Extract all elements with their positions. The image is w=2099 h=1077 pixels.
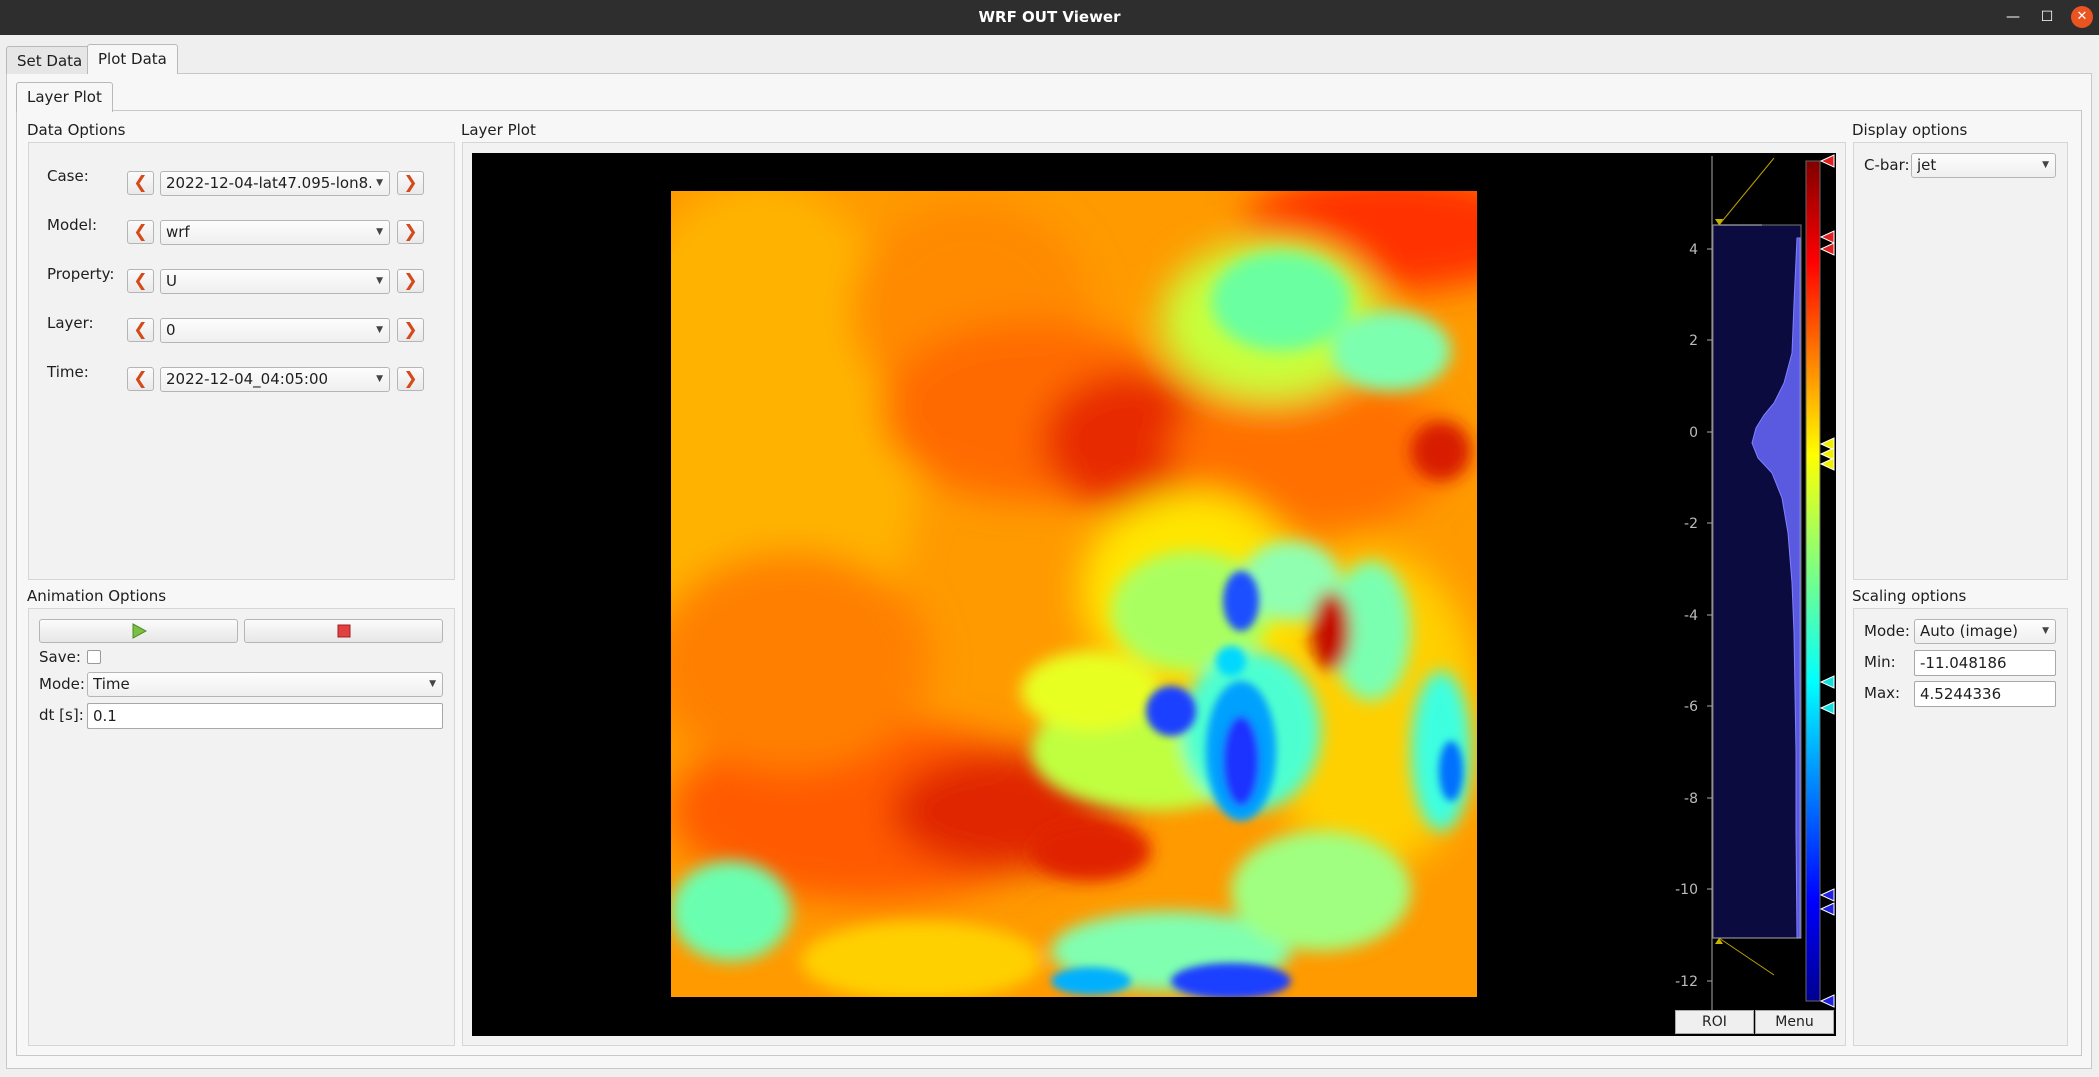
layer-select[interactable]: 0 ▼ (160, 318, 390, 343)
case-value: 2022-12-04-lat47.095-lon8.453 (166, 174, 371, 192)
tick-neg6: -6 (1684, 699, 1698, 715)
heatmap-image[interactable] (671, 191, 1477, 997)
title-bar: WRF OUT Viewer — ☐ ✕ (0, 0, 2099, 35)
scaling-mode-select[interactable]: Auto (image) ▼ (1914, 619, 2056, 644)
tick-neg4: -4 (1684, 608, 1698, 624)
tick-2: 2 (1689, 333, 1698, 349)
property-label: Property: (47, 265, 115, 283)
time-value: 2022-12-04_04:05:00 (166, 370, 329, 388)
animation-mode-label: Mode: (39, 675, 85, 693)
window-title: WRF OUT Viewer (978, 8, 1121, 26)
histogram-lut-panel[interactable]: 4 2 0 -2 -4 -6 -8 -10 -12 (1674, 153, 1836, 1036)
property-select[interactable]: U ▼ (160, 269, 390, 294)
heatmap-svg (671, 191, 1477, 997)
time-next-button[interactable]: ❯ (397, 367, 424, 391)
layer-next-button[interactable]: ❯ (397, 318, 424, 342)
data-options-panel (28, 142, 455, 580)
model-select[interactable]: wrf ▼ (160, 220, 390, 245)
tick-neg8: -8 (1684, 791, 1698, 807)
save-label: Save: (39, 648, 81, 666)
dt-label: dt [s]: (39, 706, 84, 724)
histogram-axis-ticks: 4 2 0 -2 -4 -6 -8 -10 -12 (1675, 242, 1712, 990)
chevron-down-icon: ▼ (376, 227, 383, 237)
property-prev-button[interactable]: ❮ (127, 269, 154, 293)
layer-value: 0 (166, 321, 176, 339)
stop-button[interactable] (244, 619, 443, 643)
layer-label: Layer: (47, 314, 94, 332)
time-select[interactable]: 2022-12-04_04:05:00 ▼ (160, 367, 390, 392)
animation-mode-select[interactable]: Time ▼ (87, 672, 443, 697)
case-prev-button[interactable]: ❮ (127, 171, 154, 195)
time-label: Time: (47, 363, 89, 381)
tab-set-data[interactable]: Set Data (6, 46, 94, 74)
scaling-options-title: Scaling options (1852, 587, 1967, 605)
scaling-mode-value: Auto (image) (1920, 622, 2019, 640)
layer-prev-button[interactable]: ❮ (127, 318, 154, 342)
display-options-title: Display options (1852, 121, 1968, 139)
chevron-down-icon: ▼ (376, 374, 383, 384)
max-label: Max: (1864, 684, 1901, 702)
tick-neg12: -12 (1675, 974, 1698, 990)
tab-layer-plot[interactable]: Layer Plot (16, 82, 113, 112)
play-icon (132, 623, 147, 639)
property-next-button[interactable]: ❯ (397, 269, 424, 293)
model-prev-button[interactable]: ❮ (127, 220, 154, 244)
cbar-value: jet (1917, 156, 1937, 174)
close-icon[interactable]: ✕ (2071, 6, 2093, 28)
property-value: U (166, 272, 177, 290)
chevron-down-icon: ▼ (376, 276, 383, 286)
tick-neg10: -10 (1675, 882, 1698, 898)
cbar-label: C-bar: (1864, 156, 1910, 174)
stop-icon (337, 624, 350, 638)
display-options-panel (1853, 142, 2068, 580)
min-label: Min: (1864, 653, 1896, 671)
chevron-down-icon: ▼ (2042, 626, 2049, 636)
case-label: Case: (47, 167, 89, 185)
histogram-region (1712, 224, 1802, 939)
minimize-icon[interactable]: — (2002, 6, 2024, 28)
model-value: wrf (166, 223, 190, 241)
colorbar-handles (1819, 154, 1835, 1008)
dt-input[interactable]: 0.1 (87, 703, 443, 729)
chevron-down-icon: ▼ (376, 325, 383, 335)
histogram-svg: 4 2 0 -2 -4 -6 -8 -10 -12 (1675, 154, 1835, 1033)
maximize-icon[interactable]: ☐ (2036, 6, 2058, 28)
min-input[interactable]: -11.048186 (1914, 650, 2056, 676)
menu-button[interactable]: Menu (1755, 1010, 1834, 1034)
data-options-title: Data Options (27, 121, 126, 139)
animation-options-title: Animation Options (27, 587, 167, 605)
scaling-mode-label: Mode: (1864, 622, 1910, 640)
tab-plot-data[interactable]: Plot Data (87, 44, 178, 74)
tick-4: 4 (1689, 242, 1698, 258)
model-next-button[interactable]: ❯ (397, 220, 424, 244)
model-label: Model: (47, 216, 98, 234)
cbar-select[interactable]: jet ▼ (1911, 153, 2056, 178)
play-button[interactable] (39, 619, 238, 643)
save-checkbox[interactable] (87, 650, 101, 664)
tick-0: 0 (1689, 425, 1698, 441)
chevron-down-icon: ▼ (2042, 160, 2049, 170)
tick-neg2: -2 (1684, 516, 1698, 532)
case-next-button[interactable]: ❯ (397, 171, 424, 195)
max-input[interactable]: 4.5244336 (1914, 681, 2056, 707)
layer-plot-title: Layer Plot (461, 121, 536, 139)
chevron-down-icon: ▼ (429, 679, 436, 689)
chevron-down-icon: ▼ (376, 178, 383, 188)
time-prev-button[interactable]: ❮ (127, 367, 154, 391)
roi-button[interactable]: ROI (1675, 1010, 1754, 1034)
case-select[interactable]: 2022-12-04-lat47.095-lon8.453 ▼ (160, 171, 390, 196)
colorbar-gradient (1805, 160, 1821, 1002)
animation-mode-value: Time (93, 675, 130, 693)
